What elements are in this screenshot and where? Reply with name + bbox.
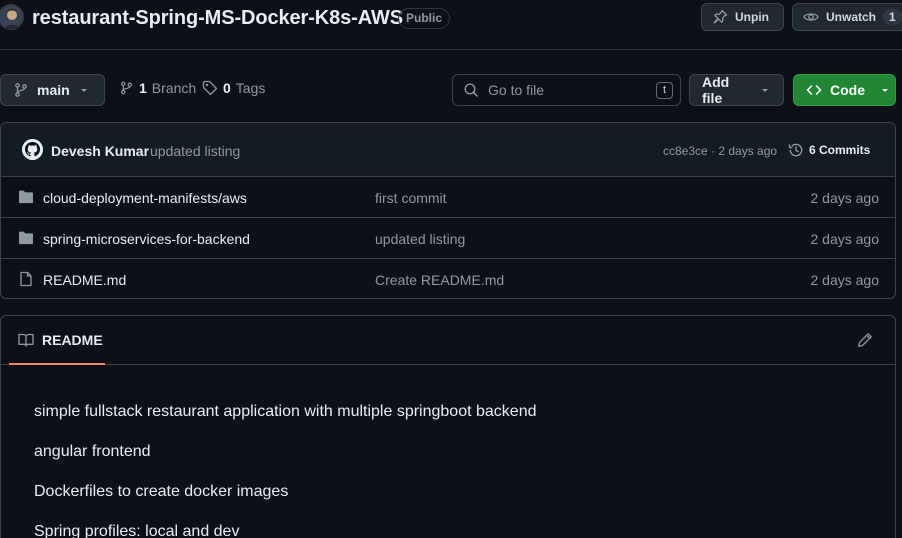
history-icon <box>788 142 804 158</box>
folder-icon <box>18 189 34 205</box>
pencil-icon <box>857 332 873 348</box>
search-input[interactable] <box>488 82 648 98</box>
owner-avatar[interactable] <box>0 4 24 30</box>
readme-paragraph: Spring profiles: local and dev <box>34 523 240 538</box>
file-date: 2 days ago <box>810 231 880 247</box>
tags-link[interactable]: 0 Tags <box>202 80 265 96</box>
file-row[interactable]: README.md Create README.md 2 days ago <box>1 259 895 298</box>
add-file-button[interactable]: Add file <box>689 74 784 106</box>
unpin-label: Unpin <box>735 10 769 24</box>
file-commit-message[interactable]: first commit <box>375 190 447 206</box>
readme-paragraph: simple fullstack restaurant application … <box>34 403 537 420</box>
eye-icon <box>803 9 819 25</box>
add-file-label: Add file <box>702 74 730 106</box>
file-commit-message[interactable]: updated listing <box>375 231 465 247</box>
repo-name[interactable]: restaurant-Spring-MS-Docker-K8s-AWS <box>32 7 403 30</box>
file-name[interactable]: cloud-deployment-manifests/aws <box>43 190 247 206</box>
unpin-button[interactable]: Unpin <box>701 3 784 31</box>
file-browser: Devesh Kumar updated listing cc8e3ce · 2… <box>0 122 896 299</box>
readme-paragraph: Dockerfiles to create docker images <box>34 483 289 500</box>
commit-hash-date[interactable]: cc8e3ce · 2 days ago <box>663 144 777 158</box>
file-icon <box>18 271 34 287</box>
chevron-down-icon <box>78 84 90 96</box>
tags-count: 0 <box>223 80 231 96</box>
branches-count: 1 <box>139 80 147 96</box>
commit-author-avatar[interactable] <box>22 139 43 160</box>
commits-history-link[interactable]: 6 Commits <box>788 142 870 158</box>
edit-readme-button[interactable] <box>857 332 873 348</box>
search-icon <box>463 82 479 98</box>
unwatch-label: Unwatch <box>826 10 877 24</box>
code-label: Code <box>830 82 865 98</box>
unwatch-button[interactable]: Unwatch 1 <box>792 3 902 31</box>
file-row[interactable]: spring-microservices-for-backend updated… <box>1 218 895 259</box>
file-commit-message[interactable]: Create README.md <box>375 272 504 288</box>
branch-selector[interactable]: main <box>0 74 105 106</box>
keyboard-shortcut-hint: t <box>656 82 673 99</box>
commit-message[interactable]: updated listing <box>150 143 240 159</box>
tags-label: Tags <box>235 80 266 96</box>
readme-content: simple fullstack restaurant application … <box>34 402 536 538</box>
visibility-badge: Public <box>398 8 451 29</box>
readme-tab-label: README <box>42 331 103 348</box>
go-to-file-search[interactable]: t <box>452 74 681 106</box>
chevron-down-icon <box>759 84 771 96</box>
git-branch-icon <box>119 80 134 96</box>
tab-readme[interactable]: README <box>9 316 105 365</box>
readme-panel: README simple fullstack restaurant appli… <box>0 315 896 538</box>
pin-icon <box>712 9 728 25</box>
code-button[interactable]: Code <box>793 74 896 106</box>
readme-tabs: README <box>1 316 895 365</box>
branch-name: main <box>37 82 70 98</box>
commits-count-label: 6 Commits <box>809 143 871 157</box>
commit-author[interactable]: Devesh Kumar <box>51 143 149 159</box>
watch-count: 1 <box>883 9 902 25</box>
file-date: 2 days ago <box>810 272 880 288</box>
file-date: 2 days ago <box>810 190 880 206</box>
book-icon <box>18 332 34 348</box>
file-name[interactable]: spring-microservices-for-backend <box>43 231 250 247</box>
branches-link[interactable]: 1 Branch <box>119 80 196 96</box>
code-icon <box>806 82 822 98</box>
repo-header: restaurant-Spring-MS-Docker-K8s-AWS Publ… <box>0 0 902 50</box>
tag-icon <box>202 80 218 96</box>
file-name[interactable]: README.md <box>43 272 126 288</box>
folder-icon <box>18 230 34 246</box>
file-row[interactable]: cloud-deployment-manifests/aws first com… <box>1 177 895 218</box>
latest-commit-bar: Devesh Kumar updated listing cc8e3ce · 2… <box>1 123 895 177</box>
readme-paragraph: angular frontend <box>34 443 151 460</box>
branches-label: Branch <box>151 80 197 96</box>
chevron-down-icon <box>879 84 891 96</box>
git-branch-icon <box>13 82 29 98</box>
